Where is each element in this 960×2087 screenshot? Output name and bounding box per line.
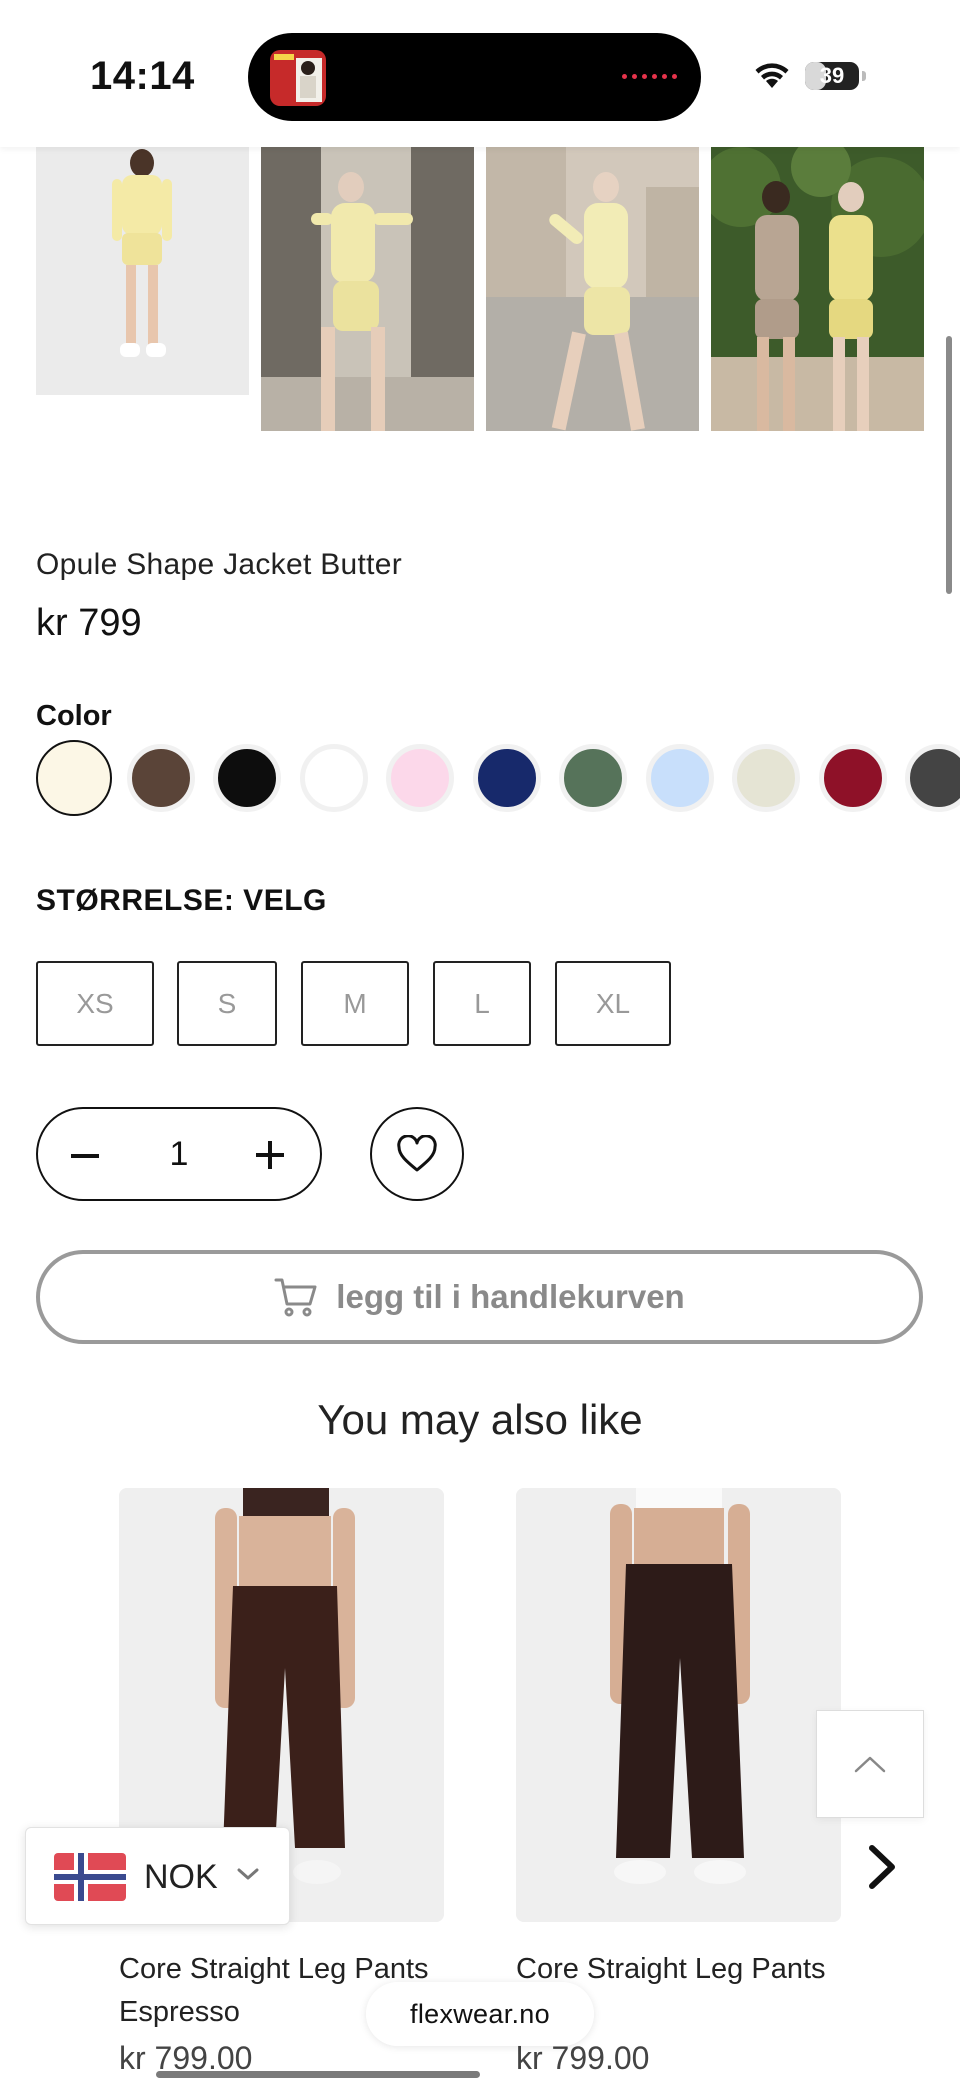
- quantity-stepper: 1: [36, 1107, 322, 1201]
- wifi-icon: [752, 58, 792, 95]
- add-to-cart-label: legg til i handlekurven: [336, 1278, 685, 1315]
- carousel-next-button[interactable]: [862, 1842, 902, 1892]
- gallery-thumbnail-2[interactable]: [261, 147, 474, 431]
- color-swatch[interactable]: [213, 744, 281, 812]
- color-swatch[interactable]: [559, 744, 627, 812]
- recommendations-heading: You may also like: [317, 1396, 643, 1443]
- url-text: flexwear.no: [410, 1998, 550, 2029]
- battery-icon: 39: [805, 62, 866, 90]
- gallery-thumbnail-3[interactable]: [486, 147, 699, 431]
- recommendation-image-2[interactable]: [516, 1488, 841, 1922]
- status-time: 14:14: [90, 54, 195, 98]
- heart-icon: [397, 1135, 437, 1172]
- cart-icon: [274, 1278, 317, 1317]
- size-option-s[interactable]: S: [177, 961, 277, 1046]
- chevron-up-icon: [854, 1756, 886, 1773]
- color-swatch[interactable]: [36, 740, 112, 816]
- color-swatch[interactable]: [299, 744, 368, 812]
- color-swatch-list: [36, 740, 960, 822]
- browser-url-bar[interactable]: flexwear.no: [366, 1982, 594, 2046]
- currency-code: NOK: [144, 1858, 218, 1896]
- size-option-l[interactable]: L: [433, 961, 531, 1046]
- dynamic-island[interactable]: [248, 33, 701, 121]
- norway-flag-icon: [54, 1853, 126, 1901]
- color-swatch[interactable]: [126, 744, 195, 812]
- wishlist-button[interactable]: [370, 1107, 464, 1201]
- page-scrollbar[interactable]: [946, 336, 952, 594]
- gallery-thumbnail-1[interactable]: [36, 147, 249, 395]
- plus-icon[interactable]: [252, 1137, 288, 1173]
- color-swatch[interactable]: [732, 744, 800, 812]
- size-option-xs[interactable]: XS: [36, 961, 154, 1046]
- chevron-down-icon: [236, 1866, 260, 1887]
- status-bar: 14:14 39: [0, 0, 960, 147]
- size-label: STØRRELSE: VELG: [36, 884, 327, 917]
- home-indicator[interactable]: [156, 2071, 480, 2078]
- gallery-thumbnail-4[interactable]: [711, 147, 924, 431]
- scroll-to-top-button[interactable]: [816, 1710, 924, 1818]
- currency-selector[interactable]: NOK: [25, 1827, 290, 1925]
- color-swatch[interactable]: [818, 744, 887, 812]
- size-option-m[interactable]: M: [301, 961, 409, 1046]
- size-option-xl[interactable]: XL: [555, 961, 671, 1046]
- audio-activity-icon: [622, 74, 677, 79]
- color-label: Color: [36, 700, 112, 732]
- product-title: Opule Shape Jacket Butter: [36, 548, 403, 581]
- add-to-cart-button[interactable]: legg til i handlekurven: [36, 1250, 923, 1344]
- product-price: kr 799: [36, 602, 142, 644]
- color-swatch[interactable]: [905, 744, 960, 812]
- color-swatch[interactable]: [645, 744, 714, 812]
- now-playing-artwork: [270, 50, 326, 106]
- chevron-right-icon: [869, 1845, 895, 1889]
- battery-level: 39: [819, 63, 845, 88]
- color-swatch[interactable]: [472, 744, 541, 812]
- color-swatch[interactable]: [386, 744, 454, 812]
